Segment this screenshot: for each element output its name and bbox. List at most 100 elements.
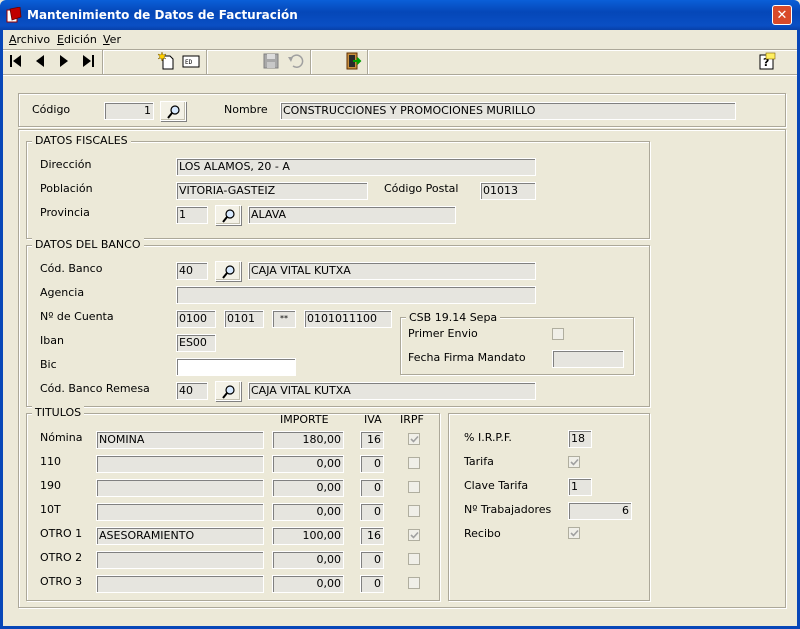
window-title: Mantenimiento de Datos de Facturación (27, 8, 298, 22)
titulo-importe-input[interactable]: 0,00 (272, 455, 344, 473)
fecha-firma-mandato-label: Fecha Firma Mandato (408, 351, 526, 364)
titulo-iva-input[interactable]: 0 (360, 503, 384, 521)
exit-button[interactable] (343, 51, 363, 71)
titulo-desc-input[interactable] (96, 575, 264, 593)
titulo-row-label: OTRO 1 (40, 527, 83, 540)
titulo-row-label: 110 (40, 455, 61, 468)
titulo-importe-input[interactable]: 180,00 (272, 431, 344, 449)
check-icon (410, 435, 419, 443)
titulo-iva-input[interactable]: 0 (360, 575, 384, 593)
numero-trabajadores-input[interactable]: 6 (568, 502, 632, 520)
primer-envio-checkbox[interactable] (552, 328, 564, 340)
titulo-iva-input[interactable]: 0 (360, 455, 384, 473)
recibo-label: Recibo (464, 527, 501, 540)
toolbar-separator (102, 50, 104, 74)
poblacion-input[interactable]: VITORIA-GASTEIZ (176, 182, 368, 200)
importe-column-header: IMPORTE (280, 413, 329, 426)
search-icon (222, 265, 235, 279)
titulo-iva-input[interactable]: 0 (360, 479, 384, 497)
tarifa-checkbox[interactable] (568, 456, 580, 468)
codigo-search-button[interactable] (160, 101, 186, 121)
titulo-irpf-checkbox[interactable] (408, 577, 420, 589)
provincia-label: Provincia (40, 206, 90, 219)
last-record-button[interactable] (78, 51, 98, 71)
titulo-importe-input[interactable]: 0,00 (272, 575, 344, 593)
titulo-row-label: 190 (40, 479, 61, 492)
datos-fiscales-title: DATOS FISCALES (32, 134, 131, 147)
menu-edicion[interactable]: Edición (57, 32, 97, 48)
recibo-checkbox[interactable] (568, 527, 580, 539)
cod-banco-remesa-input[interactable]: 40 (176, 382, 208, 400)
irpf-column-header: IRPF (400, 413, 424, 426)
agencia-input[interactable] (176, 286, 536, 304)
titulo-row-label: OTRO 3 (40, 575, 83, 588)
nombre-label: Nombre (224, 103, 268, 116)
provincia-search-button[interactable] (215, 205, 241, 225)
titulo-row-label: OTRO 2 (40, 551, 83, 564)
new-record-button[interactable] (157, 51, 177, 71)
numero-trabajadores-label: Nº Trabajadores (464, 503, 552, 516)
titulo-importe-input[interactable]: 0,00 (272, 479, 344, 497)
cod-banco-label: Cód. Banco (40, 262, 103, 275)
titulo-desc-input[interactable]: NOMINA (96, 431, 264, 449)
titulo-irpf-checkbox[interactable] (408, 457, 420, 469)
cuenta-entidad-input[interactable]: 0100 (176, 310, 216, 328)
iban-input[interactable]: ES00 (176, 334, 216, 352)
cod-banco-name-input[interactable]: CAJA VITAL KUTXA (248, 262, 536, 280)
provincia-code-input[interactable]: 1 (176, 206, 208, 224)
titulo-desc-input[interactable]: ASESORAMIENTO (96, 527, 264, 545)
titulo-desc-input[interactable] (96, 551, 264, 569)
help-button[interactable]: ? (757, 51, 777, 71)
last-record-icon (83, 55, 94, 67)
save-button[interactable] (261, 51, 281, 71)
check-icon (410, 531, 419, 539)
first-record-button[interactable] (6, 51, 26, 71)
next-record-icon (60, 55, 68, 67)
titulo-irpf-checkbox[interactable] (408, 529, 420, 541)
titulo-irpf-checkbox[interactable] (408, 481, 420, 493)
codigo-input[interactable]: 1 (104, 102, 154, 120)
edit-record-button[interactable]: ED (181, 51, 201, 71)
fecha-firma-mandato-input[interactable] (552, 350, 624, 368)
provincia-name-input[interactable]: ALAVA (248, 206, 456, 224)
titulo-irpf-checkbox[interactable] (408, 505, 420, 517)
cuenta-oficina-input[interactable]: 0101 (224, 310, 264, 328)
menu-ver[interactable]: Ver (103, 32, 121, 48)
titulo-iva-input[interactable]: 16 (360, 527, 384, 545)
titulo-desc-input[interactable] (96, 503, 264, 521)
previous-record-icon (36, 55, 44, 67)
toolbar-separator (367, 50, 369, 74)
undo-button[interactable] (285, 51, 305, 71)
previous-record-button[interactable] (30, 51, 50, 71)
codigo-postal-input[interactable]: 01013 (480, 182, 536, 200)
cuenta-numero-input[interactable]: 0101011100 (304, 310, 392, 328)
clave-tarifa-input[interactable]: 1 (568, 478, 592, 496)
bic-label: Bic (40, 358, 57, 371)
cod-banco-input[interactable]: 40 (176, 262, 208, 280)
close-button[interactable]: ✕ (772, 5, 792, 25)
help-icon: ? (759, 52, 776, 70)
clave-tarifa-label: Clave Tarifa (464, 479, 529, 492)
direccion-input[interactable]: LOS ALAMOS, 20 - A (176, 158, 536, 176)
edit-record-icon: ED (182, 55, 200, 68)
next-record-button[interactable] (54, 51, 74, 71)
titulo-importe-input[interactable]: 0,00 (272, 551, 344, 569)
bic-input[interactable] (176, 358, 296, 376)
cuenta-dc-input[interactable]: ** (272, 310, 296, 328)
menu-archivo[interactable]: Archivo (9, 32, 50, 48)
titulo-importe-input[interactable]: 0,00 (272, 503, 344, 521)
codigo-label: Código (32, 103, 71, 116)
titulo-iva-input[interactable]: 0 (360, 551, 384, 569)
cod-banco-remesa-search-button[interactable] (215, 381, 241, 401)
titulo-iva-input[interactable]: 16 (360, 431, 384, 449)
irpf-percent-input[interactable]: 18 (568, 430, 592, 448)
titulo-desc-input[interactable] (96, 479, 264, 497)
titulo-importe-input[interactable]: 100,00 (272, 527, 344, 545)
titulo-desc-input[interactable] (96, 455, 264, 473)
cod-banco-remesa-name-input[interactable]: CAJA VITAL KUTXA (248, 382, 536, 400)
cod-banco-search-button[interactable] (215, 261, 241, 281)
cod-banco-remesa-label: Cód. Banco Remesa (40, 382, 150, 395)
titulo-irpf-checkbox[interactable] (408, 553, 420, 565)
titulo-irpf-checkbox[interactable] (408, 433, 420, 445)
nombre-input[interactable]: CONSTRUCCIONES Y PROMOCIONES MURILLO (280, 102, 736, 120)
